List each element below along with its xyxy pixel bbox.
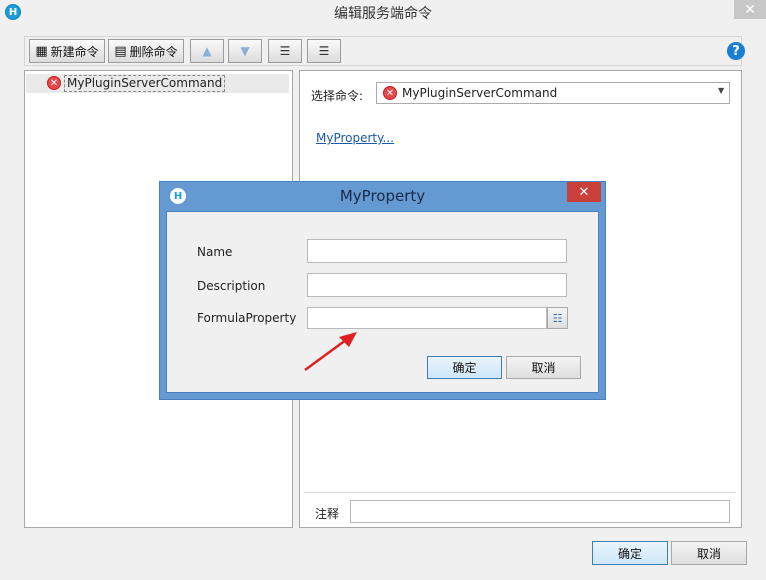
delete-command-label: 删除命令 — [129, 44, 178, 59]
indent-button[interactable]: ☰ — [268, 39, 302, 63]
dialog-cancel-button[interactable]: 取消 — [506, 356, 581, 379]
dialog-ok-button[interactable]: 确定 — [427, 356, 502, 379]
outdent-button[interactable]: ☰ — [307, 39, 341, 63]
cancel-button[interactable]: 取消 — [671, 541, 747, 565]
new-item-icon: ▦ — [35, 43, 48, 59]
name-label: Name — [197, 245, 233, 259]
formula-property-label: FormulaProperty — [197, 311, 297, 325]
property-link[interactable]: MyProperty... — [316, 131, 394, 145]
annotation-arrow — [304, 332, 357, 372]
delete-item-icon: ▤ — [114, 43, 127, 59]
select-command-label: 选择命令: — [311, 89, 364, 103]
dialog-title: MyProperty — [339, 187, 426, 205]
error-icon: ✕ — [383, 86, 397, 100]
name-field[interactable] — [307, 239, 567, 263]
tree-item-label[interactable]: MyPluginServerCommand — [64, 75, 226, 92]
new-command-label: 新建命令 — [50, 44, 99, 59]
window-title: 编辑服务端命令 — [334, 6, 432, 22]
help-icon[interactable]: ? — [727, 42, 745, 60]
arrow-head — [339, 332, 357, 347]
list-icon: ☰ — [318, 44, 330, 58]
error-icon: ✕ — [47, 76, 61, 90]
arrow-shaft — [304, 335, 351, 372]
description-field[interactable] — [307, 273, 567, 297]
dialog-close-button[interactable]: ✕ — [567, 182, 601, 202]
move-down-button[interactable]: ▼ — [228, 39, 262, 63]
arrow-down-icon: ▼ — [240, 44, 250, 58]
formula-editor-button[interactable]: ☷ — [547, 307, 568, 329]
window-close-button[interactable]: ✕ — [734, 0, 766, 19]
chevron-down-icon: ▼ — [718, 86, 725, 95]
indent-icon: ☰ — [279, 44, 291, 58]
move-up-button[interactable]: ▲ — [190, 39, 224, 63]
description-label: Description — [197, 279, 266, 293]
note-label: 注释 — [315, 507, 340, 521]
sliders-icon: ☷ — [552, 311, 563, 325]
arrow-up-icon: ▲ — [202, 44, 212, 58]
note-input[interactable] — [350, 500, 730, 523]
ok-button[interactable]: 确定 — [592, 541, 668, 565]
delete-command-button[interactable]: ▤ 删除命令 — [108, 39, 184, 63]
command-select-value: MyPluginServerCommand — [402, 86, 558, 100]
divider — [304, 492, 736, 493]
new-command-button[interactable]: ▦ 新建命令 — [29, 39, 105, 63]
